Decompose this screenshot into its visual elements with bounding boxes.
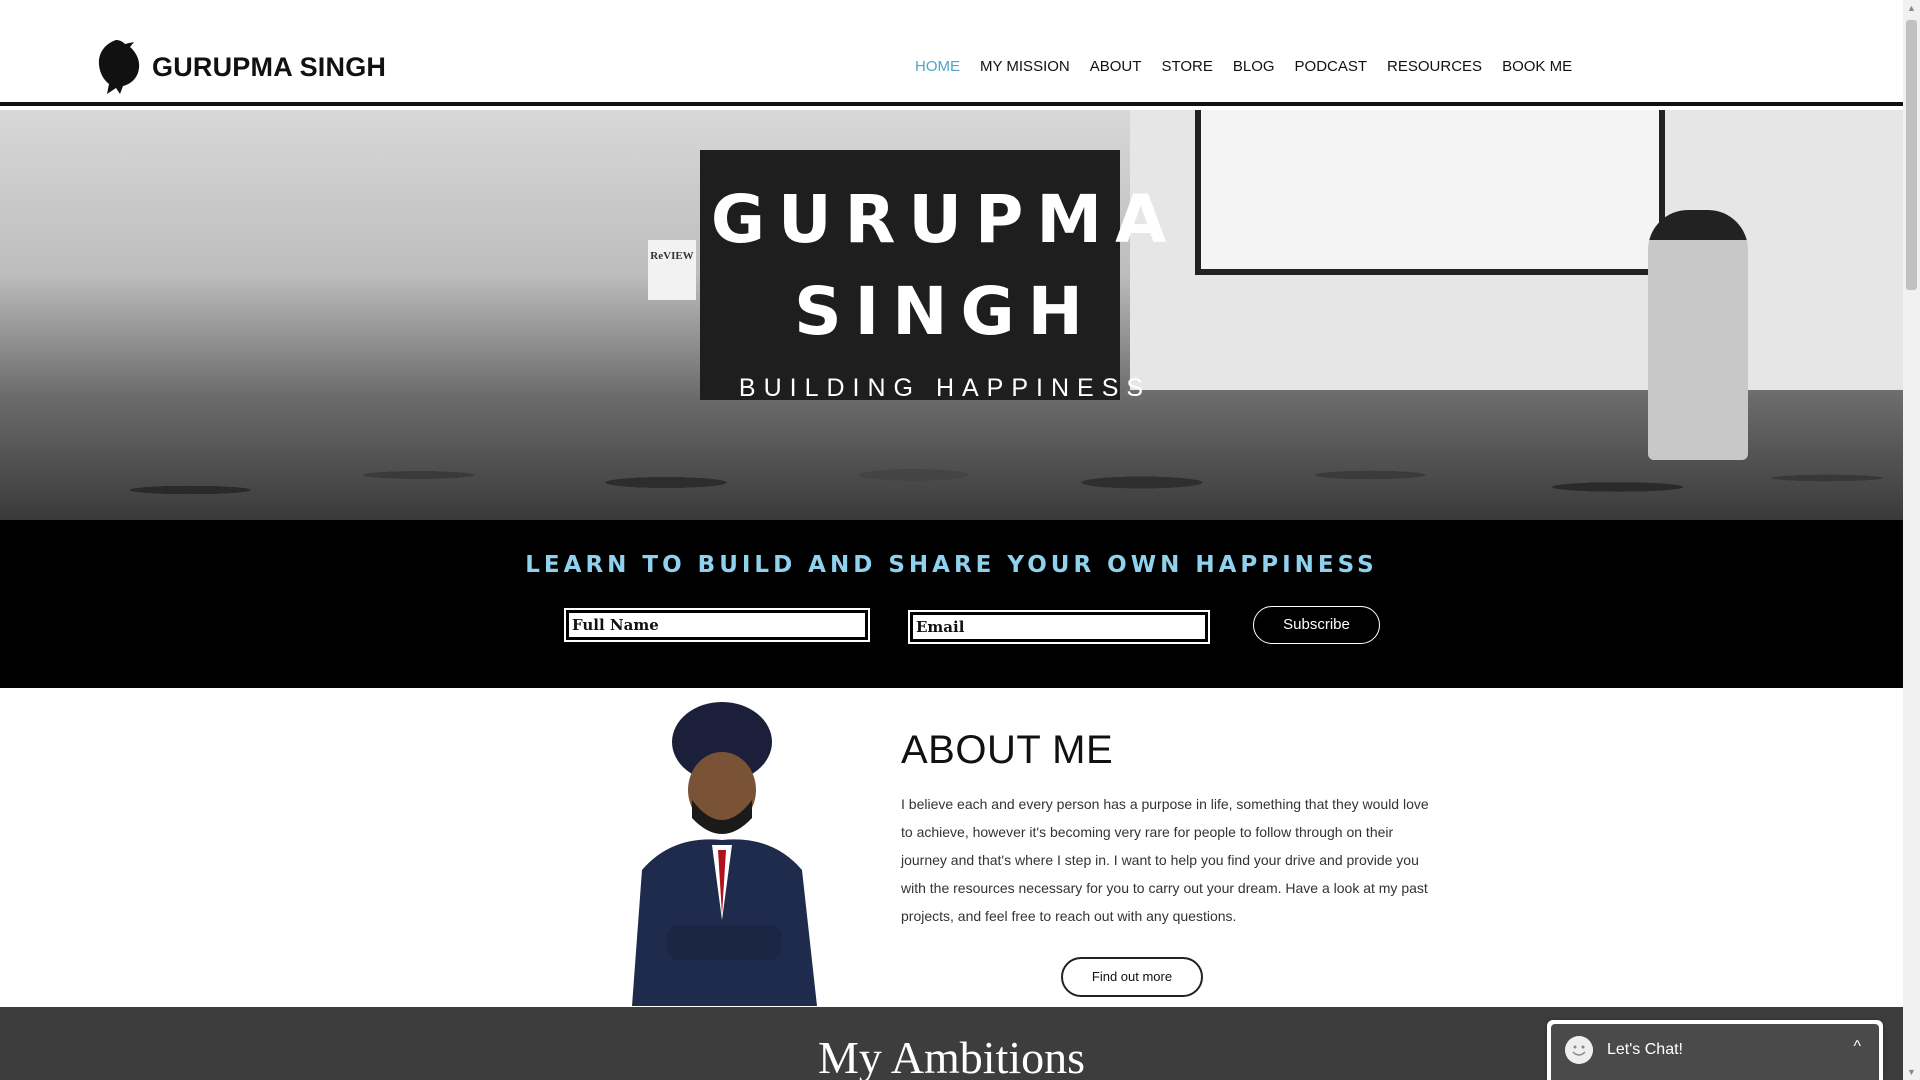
page-scrollbar[interactable]: ▲ ▼ xyxy=(1903,0,1920,1080)
nav-item-about[interactable]: ABOUT xyxy=(1090,58,1142,75)
nav-item-blog[interactable]: BLOG xyxy=(1233,58,1275,75)
site-header: GURUPMA SINGH HOME MY MISSION ABOUT STORE BL… xyxy=(0,0,1903,106)
nav-item-home[interactable]: HOME xyxy=(915,58,960,75)
lion-icon xyxy=(98,40,140,94)
chat-bar[interactable]: Let's Chat! ^ xyxy=(1551,1024,1879,1080)
scroll-thumb[interactable] xyxy=(1906,20,1917,290)
email-field[interactable] xyxy=(908,610,1210,644)
chat-smiley-icon xyxy=(1565,1036,1593,1064)
site-name: GURUPMA SINGH xyxy=(152,51,387,82)
main-nav: HOME MY MISSION ABOUT STORE BLOG PODCAST RESOU… xyxy=(915,58,1572,75)
portrait-image xyxy=(632,702,817,1006)
about-text: I believe each and every person has a pu… xyxy=(901,796,1429,924)
full-name-field[interactable] xyxy=(564,608,870,642)
nav-item-my-mission[interactable]: MY MISSION xyxy=(980,58,1070,75)
nav-item-resources[interactable]: RESOURCES xyxy=(1387,58,1482,75)
hero-projector-screen xyxy=(1195,110,1665,275)
about-title: ABOUT ME xyxy=(901,728,1114,772)
subscribe-section: LEARN TO BUILD AND SHARE YOUR OWN HAPPIN… xyxy=(0,520,1903,688)
find-out-more-button[interactable]: Find out more xyxy=(1061,957,1203,997)
hero-subtitle: BUILDING HAPPINESS xyxy=(738,374,1152,402)
subscribe-button[interactable]: Subscribe xyxy=(1253,606,1380,644)
hero-title-line1: GURUPMA xyxy=(710,181,1180,258)
nav-item-book-me[interactable]: BOOK ME xyxy=(1502,58,1572,75)
hero-title: GURUPMA SINGH xyxy=(660,174,1230,358)
subscribe-title: LEARN TO BUILD AND SHARE YOUR OWN HAPPIN… xyxy=(525,552,1378,578)
site-logo[interactable]: GURUPMA SINGH xyxy=(94,38,386,96)
chat-widget[interactable]: Let's Chat! ^ xyxy=(1547,1020,1883,1080)
chevron-up-icon[interactable]: ^ xyxy=(1853,1038,1861,1056)
scroll-up-arrow-icon[interactable]: ▲ xyxy=(1907,3,1916,13)
nav-item-podcast[interactable]: PODCAST xyxy=(1295,58,1368,75)
hero-banner: ReVIEW GURUPMA SINGH BUILDING HAPPINESS xyxy=(0,110,1903,520)
nav-item-store[interactable]: STORE xyxy=(1161,58,1212,75)
chat-label: Let's Chat! xyxy=(1607,1041,1683,1058)
hero-title-line2: SINGH xyxy=(794,273,1096,350)
scroll-down-arrow-icon[interactable]: ▼ xyxy=(1907,1067,1916,1077)
